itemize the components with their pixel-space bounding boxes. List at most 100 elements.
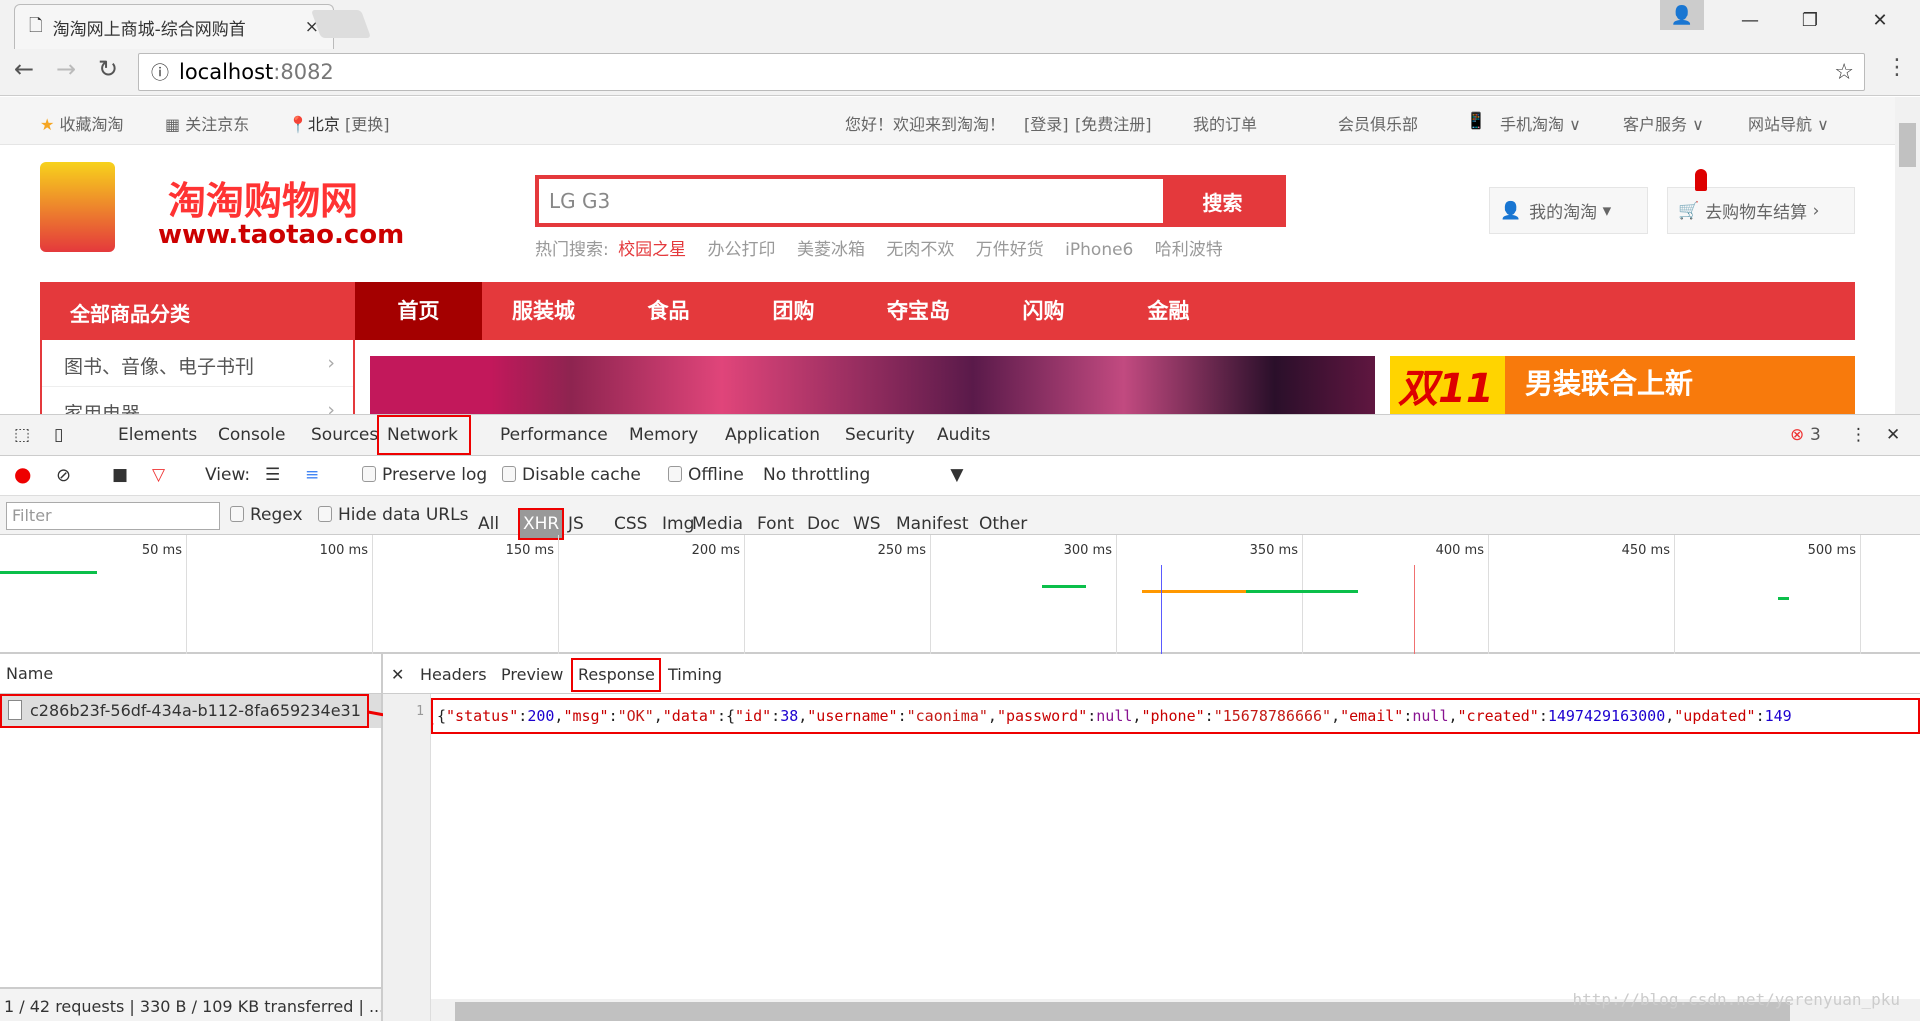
tab-timing[interactable]: Timing xyxy=(668,665,722,684)
filter-input[interactable]: Filter xyxy=(6,502,220,530)
nav-item[interactable]: 团购 xyxy=(730,282,857,340)
profile-icon[interactable]: 👤 xyxy=(1660,0,1704,30)
nav-item[interactable]: 服装城 xyxy=(480,282,607,340)
all-categories[interactable]: 全部商品分类 xyxy=(40,282,355,340)
waterfall-view-icon[interactable]: ≡ xyxy=(305,465,319,485)
tab-preview[interactable]: Preview xyxy=(501,665,563,684)
search-input[interactable]: LG G3 xyxy=(549,189,610,213)
device-toggle-icon[interactable]: ▯ xyxy=(54,425,63,445)
clear-icon[interactable]: ⊘ xyxy=(56,465,71,486)
register-link[interactable]: [免费注册] xyxy=(1075,111,1152,135)
tab-application[interactable]: Application xyxy=(725,425,820,445)
mobile-link[interactable]: 手机淘淘 ∨ xyxy=(1500,111,1581,135)
nav-item[interactable]: 闪购 xyxy=(980,282,1107,340)
filter-type-css[interactable]: CSS xyxy=(614,514,647,534)
nav-item[interactable]: 金融 xyxy=(1105,282,1232,340)
preserve-log-checkbox[interactable]: Preserve log xyxy=(362,465,487,485)
tick-label: 300 ms xyxy=(1063,543,1112,558)
page-scrollbar[interactable] xyxy=(1895,97,1920,414)
filter-type-xhr[interactable]: XHR xyxy=(517,508,565,540)
fav-link[interactable]: ★ 收藏淘淘 xyxy=(40,111,123,135)
error-icon[interactable]: ⊗ xyxy=(1790,425,1804,445)
login-link[interactable]: [登录] xyxy=(1024,111,1069,135)
page-icon: 🗋 xyxy=(29,15,43,36)
filter-type-media[interactable]: Media xyxy=(692,514,743,534)
promo-banner[interactable] xyxy=(370,356,1375,414)
more-icon[interactable]: ⋮ xyxy=(1850,425,1867,445)
category-item[interactable]: 图书、音像、电子书刊 › xyxy=(42,340,353,387)
restore-button[interactable]: ❐ xyxy=(1780,0,1840,40)
filter-type-manifest[interactable]: Manifest xyxy=(896,514,969,534)
inspect-icon[interactable]: ⬚ xyxy=(14,425,30,445)
url-input[interactable]: ⓘ localhost:8082 ☆ xyxy=(138,53,1865,91)
close-devtools-icon[interactable]: ✕ xyxy=(1886,425,1900,445)
tab-console[interactable]: Console xyxy=(218,425,286,445)
forward-icon[interactable]: → xyxy=(56,55,76,83)
tab-headers[interactable]: Headers xyxy=(420,665,487,684)
search-button[interactable]: 搜索 xyxy=(1163,179,1282,223)
list-view-icon[interactable]: ☰ xyxy=(265,465,280,485)
browser-tab[interactable]: 🗋 淘淘网上商城-综合网购首 × xyxy=(14,4,334,49)
cart-button[interactable]: 🛒 去购物车结算 › xyxy=(1667,187,1855,234)
sitenav-link[interactable]: 网站导航 ∨ xyxy=(1748,111,1829,135)
filter-type-ws[interactable]: WS xyxy=(853,514,881,534)
network-timeline[interactable]: 50 ms 100 ms 150 ms 200 ms 250 ms 300 ms 350 m… xyxy=(0,535,1920,654)
minimize-button[interactable]: — xyxy=(1720,0,1780,40)
json-token: : xyxy=(1538,707,1548,725)
close-detail-icon[interactable]: ✕ xyxy=(391,665,404,684)
tab-memory[interactable]: Memory xyxy=(629,425,698,445)
filter-type-js[interactable]: JS xyxy=(568,514,584,534)
disable-cache-checkbox[interactable]: Disable cache xyxy=(502,465,641,485)
json-token: "phone" xyxy=(1141,707,1205,725)
hot-search-link[interactable]: 万件好货 xyxy=(976,240,1044,260)
error-count[interactable]: 3 xyxy=(1810,425,1821,445)
hot-search-link[interactable]: 哈利波特 xyxy=(1155,240,1223,260)
service-link[interactable]: 客户服务 ∨ xyxy=(1623,111,1704,135)
hot-search-link[interactable]: 美菱冰箱 xyxy=(797,240,865,260)
my-taotao-button[interactable]: 👤 我的淘淘 ▾ xyxy=(1489,187,1648,234)
tab-audits[interactable]: Audits xyxy=(937,425,990,445)
name-column-header[interactable]: Name xyxy=(0,654,381,694)
promo-banner-right[interactable]: 双11 男装联合上新 xyxy=(1390,356,1855,414)
new-tab-button[interactable] xyxy=(310,10,372,38)
nav-item[interactable]: 首页 xyxy=(355,282,482,340)
reload-icon[interactable]: ↻ xyxy=(98,55,118,83)
tab-sources[interactable]: Sources xyxy=(311,425,378,445)
tab-performance[interactable]: Performance xyxy=(500,425,608,445)
hot-search-link[interactable]: 无肉不欢 xyxy=(886,240,954,260)
offline-checkbox[interactable]: Offline xyxy=(668,465,744,485)
close-window-button[interactable]: ✕ xyxy=(1850,0,1910,40)
hide-data-urls-checkbox[interactable]: Hide data URLs xyxy=(318,505,468,525)
filter-icon[interactable]: ▽ xyxy=(152,465,165,485)
tab-elements[interactable]: Elements xyxy=(118,425,197,445)
filter-type-all[interactable]: All xyxy=(478,514,499,534)
address-bar-row: ← → ↻ ⓘ localhost:8082 ☆ ⋮ xyxy=(0,49,1920,96)
nav-item[interactable]: 食品 xyxy=(605,282,732,340)
follow-link[interactable]: ▦ 关注京东 xyxy=(165,111,249,135)
browser-tab-strip: 🗋 淘淘网上商城-综合网购首 × 👤 — ❐ ✕ xyxy=(0,0,1920,49)
menu-icon[interactable]: ⋮ xyxy=(1886,55,1908,80)
capture-screenshots-icon[interactable]: ■ xyxy=(112,465,128,485)
hot-search-link[interactable]: 校园之星 xyxy=(618,240,686,260)
hot-search-link[interactable]: 办公打印 xyxy=(708,240,776,260)
record-icon[interactable]: ● xyxy=(14,462,31,486)
tab-security[interactable]: Security xyxy=(845,425,915,445)
nav-item[interactable]: 夺宝岛 xyxy=(855,282,982,340)
back-icon[interactable]: ← xyxy=(14,55,34,83)
bookmark-star-icon[interactable]: ☆ xyxy=(1834,60,1854,85)
filter-type-doc[interactable]: Doc xyxy=(807,514,840,534)
filter-type-other[interactable]: Other xyxy=(979,514,1027,534)
category-item[interactable]: 家用电器 › xyxy=(42,387,353,414)
city-selector[interactable]: 📍北京 [更换] xyxy=(288,111,390,135)
filter-type-font[interactable]: Font xyxy=(757,514,794,534)
club-link[interactable]: 会员俱乐部 xyxy=(1338,111,1418,135)
filter-type-img[interactable]: Img xyxy=(662,514,694,534)
throttling-select[interactable]: No throttling ▼ xyxy=(763,465,963,485)
hot-search-link[interactable]: iPhone6 xyxy=(1065,240,1133,260)
orders-link[interactable]: 我的订单 xyxy=(1193,111,1257,135)
json-token: : xyxy=(1755,707,1765,725)
response-body[interactable]: {"status":200,"msg":"OK","data":{"id":38… xyxy=(431,698,1920,734)
site-logo[interactable]: 淘淘购物网 www.taotao.com xyxy=(40,162,435,262)
regex-checkbox[interactable]: Regex xyxy=(230,505,303,525)
json-token: "id" xyxy=(735,707,772,725)
